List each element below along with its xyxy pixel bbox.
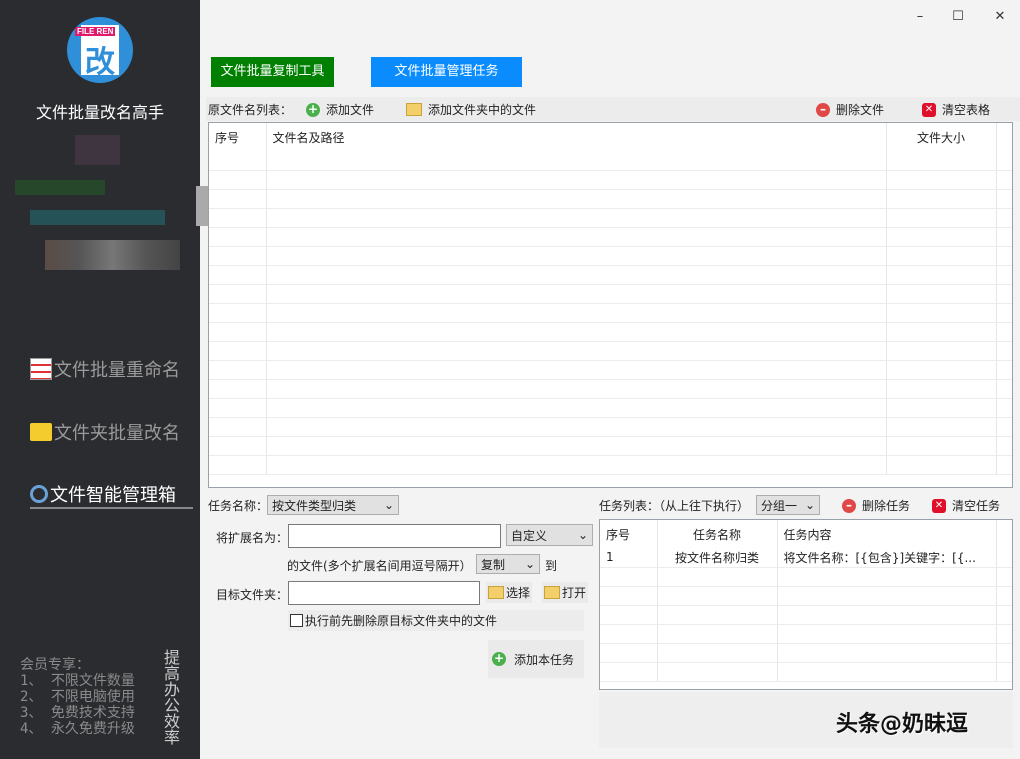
table-header: 序号 任务名称 任务内容: [600, 520, 1012, 548]
folder-add-icon: [488, 586, 504, 599]
chevron-down-icon: ⌄: [804, 498, 815, 512]
add-folder-files-button[interactable]: 添加文件夹中的文件: [406, 101, 536, 118]
checkbox-icon: [290, 614, 303, 627]
table-row[interactable]: [209, 417, 1012, 437]
table-header: 序号 文件名及路径 文件大小: [209, 123, 1012, 151]
clear-table-button[interactable]: ✕ 清空表格: [922, 101, 990, 118]
magnifier-icon: [30, 485, 48, 503]
plus-icon: +: [306, 101, 320, 117]
table-row[interactable]: [600, 662, 1012, 682]
table-row[interactable]: [209, 227, 1012, 247]
table-row[interactable]: [209, 208, 1012, 228]
tab-batch-tasks[interactable]: 文件批量管理任务: [371, 57, 522, 87]
action-select[interactable]: 复制 ⌄: [476, 554, 540, 574]
table-row[interactable]: [209, 322, 1012, 342]
to-label: 到: [545, 559, 558, 573]
ext-mode-select[interactable]: 自定义 ⌄: [506, 524, 593, 546]
table-row[interactable]: [209, 303, 1012, 323]
table-row[interactable]: [209, 284, 1012, 304]
blurred-info: [30, 210, 165, 225]
chevron-down-icon: ⌄: [524, 557, 535, 571]
ext-input[interactable]: [288, 524, 501, 548]
minimize-button[interactable]: –: [905, 6, 935, 28]
blurred-avatar: [75, 135, 120, 165]
table-row[interactable]: [209, 436, 1012, 456]
minus-icon: –: [816, 102, 830, 117]
table-row[interactable]: [209, 246, 1012, 266]
folder-icon: [30, 423, 52, 441]
group-select[interactable]: 分组一 ⌄: [756, 495, 820, 515]
table-row[interactable]: [600, 643, 1012, 663]
task-list-label: 任务列表：（从上往下执行）: [599, 499, 750, 513]
target-folder-label: 目标文件夹：: [216, 588, 289, 602]
maximize-button[interactable]: ☐: [943, 6, 973, 28]
sidebar: FILE REN 改 文件批量改名高手 文件批量重命名 文件夹批量改名 文件智能管…: [0, 0, 210, 759]
tab-batch-copy[interactable]: 文件批量复制工具: [211, 57, 334, 87]
file-table[interactable]: 序号 文件名及路径 文件大小: [208, 122, 1013, 488]
minus-icon: –: [842, 498, 856, 513]
slogan: 提高办公效率: [164, 648, 181, 747]
add-file-button[interactable]: + 添加文件: [306, 101, 374, 118]
table-row[interactable]: [209, 265, 1012, 285]
chevron-down-icon: ⌄: [383, 498, 394, 512]
sidebar-item-batch-rename[interactable]: 文件批量重命名: [30, 356, 180, 382]
table-row[interactable]: [600, 624, 1012, 644]
sidebar-item-smart-manager[interactable]: 文件智能管理箱: [30, 481, 193, 509]
folder-search-icon: [544, 586, 560, 599]
task-name-label: 任务名称：: [208, 499, 269, 513]
open-folder-button[interactable]: 打开: [542, 582, 589, 603]
ext-label: 将扩展名为：: [216, 531, 289, 545]
table-row[interactable]: 1 按文件名称归类 将文件名称：[{包含}]关键字：[{...: [600, 548, 1012, 568]
blurred-info: [45, 240, 180, 270]
blurred-info: [15, 180, 105, 195]
chevron-down-icon: ⌄: [577, 528, 588, 542]
task-table[interactable]: 序号 任务名称 任务内容 1 按文件名称归类 将文件名称：[{包含}]关键字：[{...: [599, 519, 1013, 690]
table-row[interactable]: [209, 151, 1012, 171]
clear-x-icon: ✕: [932, 498, 946, 513]
ext-note: 的文件(多个扩展名间用逗号隔开）: [287, 559, 472, 573]
app-title: 文件批量改名高手: [35, 103, 164, 122]
table-row[interactable]: [600, 605, 1012, 625]
delete-before-checkbox[interactable]: 执行前先删除原目标文件夹中的文件: [288, 610, 584, 631]
close-button[interactable]: ✕: [985, 6, 1015, 28]
document-list-icon: [30, 358, 52, 380]
sidebar-item-folder-rename[interactable]: 文件夹批量改名: [30, 419, 180, 445]
delete-file-button[interactable]: – 删除文件: [816, 101, 884, 118]
member-promo: 会员专享： 1、 不限文件数量 2、 不限电脑使用 3、 免费技术支持 4、 永久免费升…: [20, 657, 135, 737]
add-task-button[interactable]: + 添加本任务: [488, 640, 584, 678]
table-row[interactable]: [209, 398, 1012, 418]
table-row[interactable]: [209, 189, 1012, 209]
watermark: 头条@奶昧逗: [836, 712, 969, 737]
app-logo: FILE REN 改: [67, 17, 133, 83]
table-row[interactable]: [209, 455, 1012, 475]
table-row[interactable]: [600, 586, 1012, 606]
table-row[interactable]: [209, 360, 1012, 380]
table-row[interactable]: [209, 379, 1012, 399]
plus-icon: +: [492, 651, 506, 666]
clear-x-icon: ✕: [922, 102, 936, 117]
table-row[interactable]: [209, 341, 1012, 361]
file-toolbar: 原文件名列表： + 添加文件 添加文件夹中的文件 – 删除文件 ✕ 清空表格: [206, 97, 1020, 121]
task-name-select[interactable]: 按文件类型归类 ⌄: [267, 495, 399, 515]
table-row[interactable]: [600, 567, 1012, 587]
choose-folder-button[interactable]: 选择: [486, 582, 533, 603]
target-folder-input[interactable]: [288, 581, 480, 605]
table-row[interactable]: [209, 170, 1012, 190]
clear-tasks-button[interactable]: ✕ 清空任务: [932, 497, 1000, 514]
folder-file-icon: [406, 103, 422, 116]
delete-task-button[interactable]: – 删除任务: [842, 497, 910, 514]
file-list-label: 原文件名列表：: [208, 103, 293, 117]
